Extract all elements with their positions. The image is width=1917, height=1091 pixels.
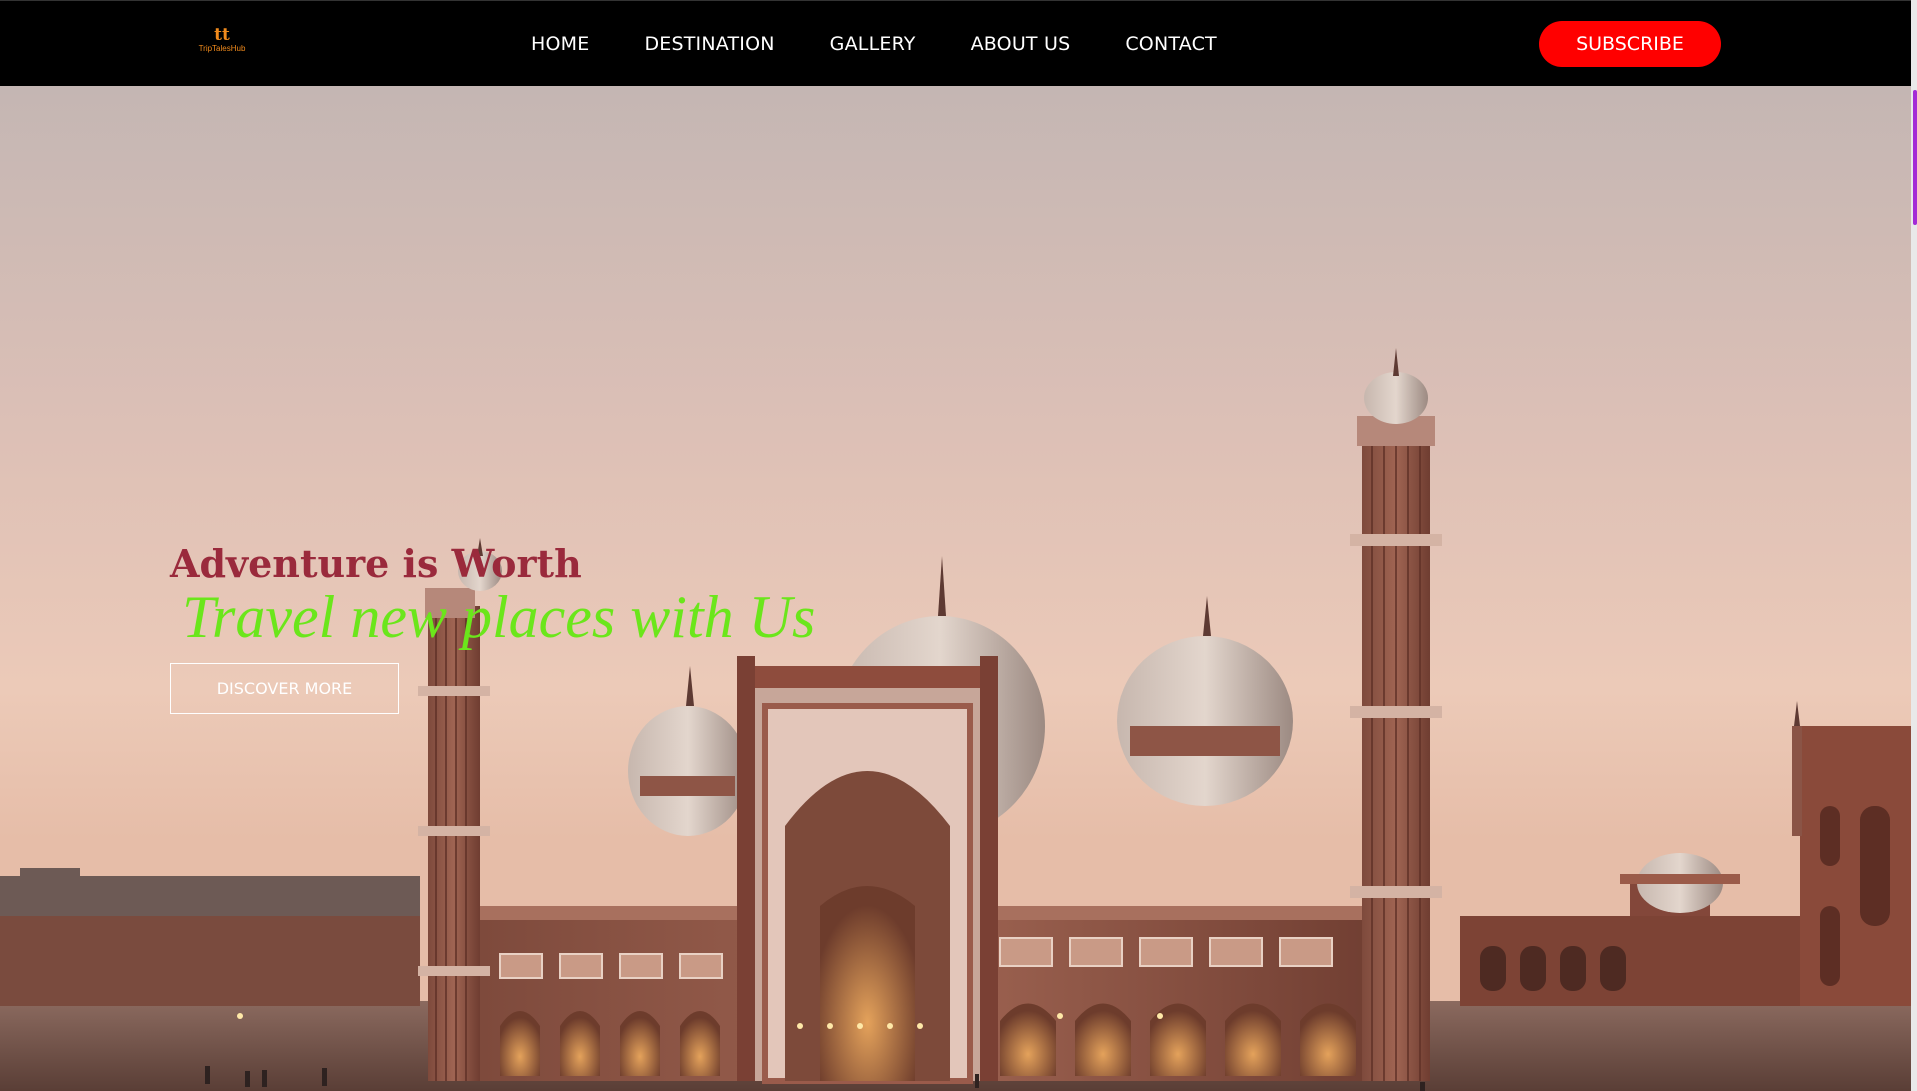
nav-destination[interactable]: DESTINATION bbox=[644, 33, 774, 55]
scrollbar-thumb[interactable] bbox=[1913, 90, 1917, 225]
hero-subtitle: Travel new places with Us bbox=[182, 584, 816, 650]
brand-logo[interactable]: tt TripTalesHub bbox=[192, 26, 252, 62]
discover-more-button[interactable]: DISCOVER MORE bbox=[170, 663, 399, 714]
nav-home[interactable]: HOME bbox=[531, 33, 589, 55]
logo-text: TripTalesHub bbox=[198, 44, 246, 53]
hero-text-block: Adventure is Worth Travel new places wit… bbox=[170, 541, 816, 650]
hero-title: Adventure is Worth bbox=[170, 541, 582, 586]
navbar: tt TripTalesHub HOME DESTINATION GALLERY… bbox=[0, 0, 1911, 86]
nav-about-us[interactable]: ABOUT US bbox=[971, 33, 1071, 55]
logo-mark-icon: tt bbox=[214, 25, 230, 45]
main-nav: HOME DESTINATION GALLERY ABOUT US CONTAC… bbox=[531, 1, 1272, 87]
nav-contact[interactable]: CONTACT bbox=[1125, 33, 1217, 55]
hero-section: Adventure is Worth Travel new places wit… bbox=[0, 86, 1911, 1091]
nav-gallery[interactable]: GALLERY bbox=[830, 33, 916, 55]
page: tt TripTalesHub HOME DESTINATION GALLERY… bbox=[0, 0, 1917, 1091]
subscribe-button[interactable]: SUBSCRIBE bbox=[1539, 21, 1721, 67]
